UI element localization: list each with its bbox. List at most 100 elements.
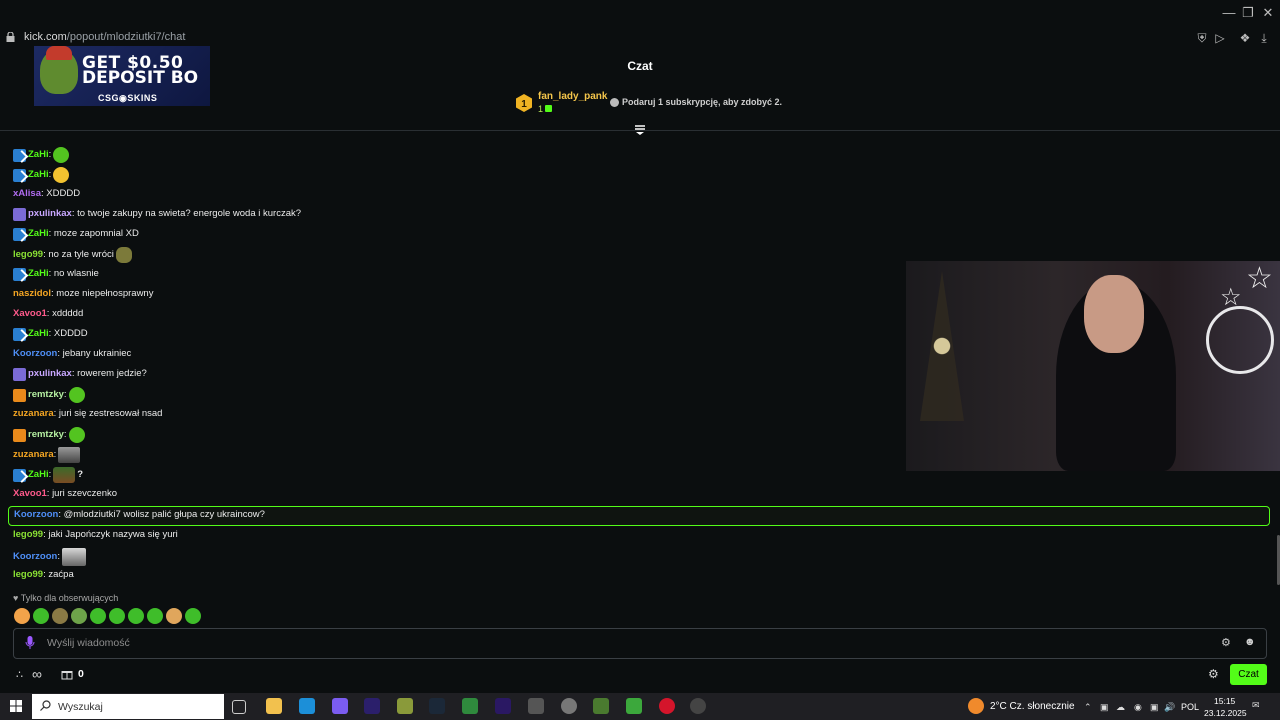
message-username[interactable]: lego99: [13, 528, 43, 542]
chat-message[interactable]: ZaHi : ?: [13, 467, 83, 483]
premiere-icon[interactable]: [495, 698, 511, 714]
chat-message[interactable]: pxulinkax : to twoje zakupy na swieta? e…: [13, 207, 301, 221]
message-username[interactable]: Xavoo1: [13, 487, 47, 501]
language-indicator[interactable]: POL: [1181, 702, 1199, 712]
chat-message[interactable]: remtzky :: [13, 427, 85, 443]
message-username[interactable]: Xavoo1: [13, 307, 47, 321]
opera-icon[interactable]: [659, 698, 675, 714]
chat-message[interactable]: lego99 : jaki Japończyk nazywa się yuri: [13, 528, 178, 542]
taskbar-search-placeholder[interactable]: Wyszukaj: [58, 701, 103, 713]
message-input[interactable]: [13, 628, 1267, 659]
tray-icon[interactable]: ◉: [1134, 702, 1142, 713]
message-username[interactable]: Koorzoon: [13, 347, 57, 361]
notifications-icon[interactable]: ✉: [1252, 700, 1260, 711]
message-username[interactable]: Koorzoon: [14, 508, 58, 522]
settings-icon[interactable]: ⚙: [1208, 667, 1219, 681]
app-icon[interactable]: [626, 698, 642, 714]
microphone-icon[interactable]: [25, 636, 35, 650]
shield-icon[interactable]: ⛨: [1195, 31, 1209, 45]
emote-icon[interactable]: [90, 608, 106, 624]
chat-message[interactable]: pxulinkax : rowerem jedzie?: [13, 367, 147, 381]
task-view-icon[interactable]: [232, 700, 246, 714]
tray-icon[interactable]: ☁: [1116, 702, 1125, 713]
chat-message[interactable]: ZaHi :: [13, 147, 70, 163]
leaderboard-user[interactable]: fan_lady_pank: [538, 91, 607, 102]
file-explorer-icon[interactable]: [266, 698, 282, 714]
chat-message[interactable]: ZaHi : moze zapomnial XD: [13, 227, 139, 241]
message-username[interactable]: pxulinkax: [28, 367, 72, 381]
chat-message[interactable]: ZaHi : XDDDD: [13, 327, 88, 341]
message-username[interactable]: lego99: [13, 568, 43, 582]
emote-icon[interactable]: [166, 608, 182, 624]
network-icon[interactable]: ▣: [1150, 702, 1159, 713]
chat-message[interactable]: ZaHi :: [13, 167, 70, 183]
chat-message[interactable]: lego99 : zaćpa: [13, 568, 74, 582]
chat-message[interactable]: zuzanara :: [13, 447, 81, 463]
chat-message[interactable]: Koorzoon : jebany ukrainiec: [13, 347, 131, 361]
emote-icon[interactable]: [109, 608, 125, 624]
chat-message[interactable]: ZaHi : no wlasnie: [13, 267, 99, 281]
emote-icon[interactable]: [14, 608, 30, 624]
emote-icon[interactable]: [128, 608, 144, 624]
chat-message[interactable]: Xavoo1 : juri szevczenko: [13, 487, 117, 501]
chat-message[interactable]: Xavoo1 : xddddd: [13, 307, 83, 321]
message-username[interactable]: zuzanara: [13, 407, 54, 421]
url-text[interactable]: kick.com/popout/mlodziutki7/chat: [24, 31, 185, 43]
app-icon[interactable]: [690, 698, 706, 714]
emote-icon[interactable]: [71, 608, 87, 624]
chat-message[interactable]: remtzky :: [13, 387, 85, 403]
message-input-placeholder[interactable]: Wyślij wiadomość: [47, 637, 130, 649]
weather-text[interactable]: 2°C Cz. słonecznie: [990, 701, 1075, 712]
tray-icon[interactable]: ▣: [1100, 702, 1109, 713]
message-username[interactable]: ZaHi: [28, 168, 49, 182]
ad-banner[interactable]: GET $0.50 DEPOSIT BO CSG◉SKINS: [34, 46, 210, 106]
chat-message[interactable]: zuzanara : juri się zestresował nsad: [13, 407, 162, 421]
points-icon[interactable]: ∴: [16, 668, 23, 681]
message-username[interactable]: naszidol: [13, 287, 51, 301]
notepad-icon[interactable]: [462, 698, 478, 714]
message-username[interactable]: remtzky: [28, 428, 64, 442]
infinity-icon[interactable]: ∞: [32, 666, 42, 682]
message-username[interactable]: zuzanara: [13, 448, 54, 462]
gift-sub-prompt[interactable]: Podaruj 1 subskrypcję, aby zdobyć 2.: [622, 97, 782, 107]
chevron-up-icon[interactable]: ⌃: [1084, 702, 1092, 713]
message-username[interactable]: xAlisa: [13, 187, 41, 201]
app-icon[interactable]: [593, 698, 609, 714]
message-username[interactable]: ZaHi: [28, 468, 49, 482]
chat-message[interactable]: xAlisa : XDDDD: [13, 187, 80, 201]
send-chat-button[interactable]: Czat: [1230, 664, 1267, 685]
chat-message[interactable]: naszidol : moze niepełnosprawny: [13, 287, 153, 301]
vscode-icon[interactable]: [299, 698, 315, 714]
emote-icon[interactable]: [33, 608, 49, 624]
emote-icon[interactable]: [147, 608, 163, 624]
minimize-icon[interactable]: —: [1219, 4, 1239, 22]
message-username[interactable]: ZaHi: [28, 327, 49, 341]
extensions-icon[interactable]: ❖: [1238, 31, 1252, 45]
volume-icon[interactable]: 🔊: [1164, 702, 1175, 713]
message-username[interactable]: remtzky: [28, 388, 64, 402]
settings-app-icon[interactable]: [528, 698, 544, 714]
close-icon[interactable]: ✕: [1258, 4, 1278, 22]
obs-icon[interactable]: [561, 698, 577, 714]
clock-time[interactable]: 15:15: [1214, 696, 1235, 706]
weather-icon[interactable]: [968, 698, 984, 714]
minecraft-icon[interactable]: [397, 698, 413, 714]
message-username[interactable]: pxulinkax: [28, 207, 72, 221]
download-icon[interactable]: ⤓: [1257, 31, 1271, 45]
restore-icon[interactable]: ❐: [1238, 4, 1258, 22]
address-bar[interactable]: [0, 28, 1280, 48]
emoji-icon[interactable]: ☻: [1244, 636, 1256, 648]
emote-icon[interactable]: [185, 608, 201, 624]
emote-icon[interactable]: [52, 608, 68, 624]
commands-icon[interactable]: ⚙: [1221, 636, 1231, 649]
windows-start-icon[interactable]: [10, 700, 22, 712]
chat-message[interactable]: Koorzoon :: [13, 548, 86, 566]
after-effects-icon[interactable]: [364, 698, 380, 714]
send-icon[interactable]: ▷: [1213, 31, 1227, 45]
app-icon[interactable]: [332, 698, 348, 714]
chat-message[interactable]: lego99 : no za tyle wróci: [13, 247, 132, 263]
message-username[interactable]: ZaHi: [28, 227, 49, 241]
message-username[interactable]: ZaHi: [28, 148, 49, 162]
clock-date[interactable]: 23.12.2025: [1204, 708, 1247, 718]
message-username[interactable]: lego99: [13, 248, 43, 262]
